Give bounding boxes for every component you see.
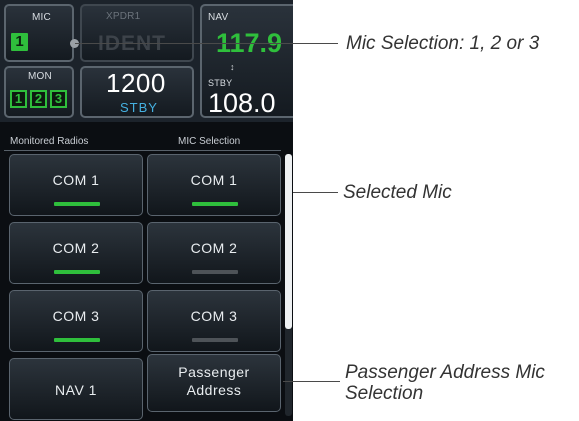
monitored-com1-button[interactable]: COM 1 [9, 154, 143, 216]
mic-selection-header: MIC Selection [178, 136, 241, 147]
selected-indicator [192, 338, 238, 342]
active-indicator [54, 338, 100, 342]
monitored-radios-header: Monitored Radios [10, 136, 89, 147]
audio-panel-screen: MIC 1 MON 1 2 3 XPDR1 IDENT 1200 STBY NA… [0, 0, 293, 421]
selected-indicator [192, 270, 238, 274]
button-label: COM 1 [52, 172, 100, 188]
mic-box[interactable]: MIC 1 [4, 4, 74, 62]
scroll-thumb[interactable] [285, 154, 292, 329]
mic-com1-button[interactable]: COM 1 [147, 154, 281, 216]
button-label: COM 2 [52, 240, 100, 256]
mic-callout-line [75, 43, 338, 44]
button-label: COM 2 [190, 240, 238, 256]
monitored-nav1-button[interactable]: NAV 1 [9, 358, 143, 420]
mic-com2-button[interactable]: COM 2 [147, 222, 281, 284]
header-divider [4, 150, 281, 151]
button-label: COM 3 [190, 308, 238, 324]
squawk-mode: STBY [120, 100, 158, 115]
nav-standby-frequency: 108.0 [208, 88, 276, 118]
pa-callout-line [283, 381, 340, 382]
stby-label: STBY [208, 78, 233, 88]
mon-value-2: 2 [30, 90, 47, 108]
squawk-box[interactable]: 1200 STBY [80, 66, 194, 118]
pa-callout-line2: Selection [345, 383, 424, 404]
swap-arrow-icon[interactable]: ↕ [230, 62, 235, 72]
nav-label: NAV [208, 12, 229, 23]
mic-value: 1 [11, 33, 28, 51]
selected-mic-callout-line [293, 192, 338, 193]
button-label: COM 1 [190, 172, 238, 188]
button-label: Passenger Address [148, 363, 280, 399]
nav-box[interactable]: NAV 117.9 ↕ STBY 108.0 [200, 4, 293, 118]
xpdr-label: XPDR1 [106, 11, 141, 22]
active-indicator [54, 202, 100, 206]
mic-label: MIC [32, 12, 51, 23]
monitored-com3-button[interactable]: COM 3 [9, 290, 143, 352]
monitored-com2-button[interactable]: COM 2 [9, 222, 143, 284]
ident-label: IDENT [98, 32, 166, 55]
squawk-code: 1200 [106, 68, 166, 98]
status-strip: MIC 1 MON 1 2 3 XPDR1 IDENT 1200 STBY NA… [0, 0, 293, 122]
active-indicator [54, 270, 100, 274]
button-label: COM 3 [52, 308, 100, 324]
mon-value-3: 3 [50, 90, 67, 108]
pa-callout-line1: Passenger Address Mic [345, 362, 545, 383]
mic-com3-button[interactable]: COM 3 [147, 290, 281, 352]
mic-selection-callout: Mic Selection: 1, 2 or 3 [346, 33, 540, 54]
button-label-line1: Passenger [178, 364, 250, 380]
passenger-address-button[interactable]: Passenger Address [147, 354, 281, 412]
scrollbar[interactable] [285, 154, 292, 416]
mon-label: MON [28, 71, 52, 82]
mon-box[interactable]: MON 1 2 3 [4, 66, 74, 118]
ident-box[interactable]: XPDR1 IDENT [80, 4, 194, 62]
selected-indicator [192, 202, 238, 206]
selected-mic-callout: Selected Mic [343, 182, 452, 203]
button-label-line2: Address [186, 382, 242, 398]
mon-value-1: 1 [10, 90, 27, 108]
button-label: NAV 1 [55, 382, 97, 398]
